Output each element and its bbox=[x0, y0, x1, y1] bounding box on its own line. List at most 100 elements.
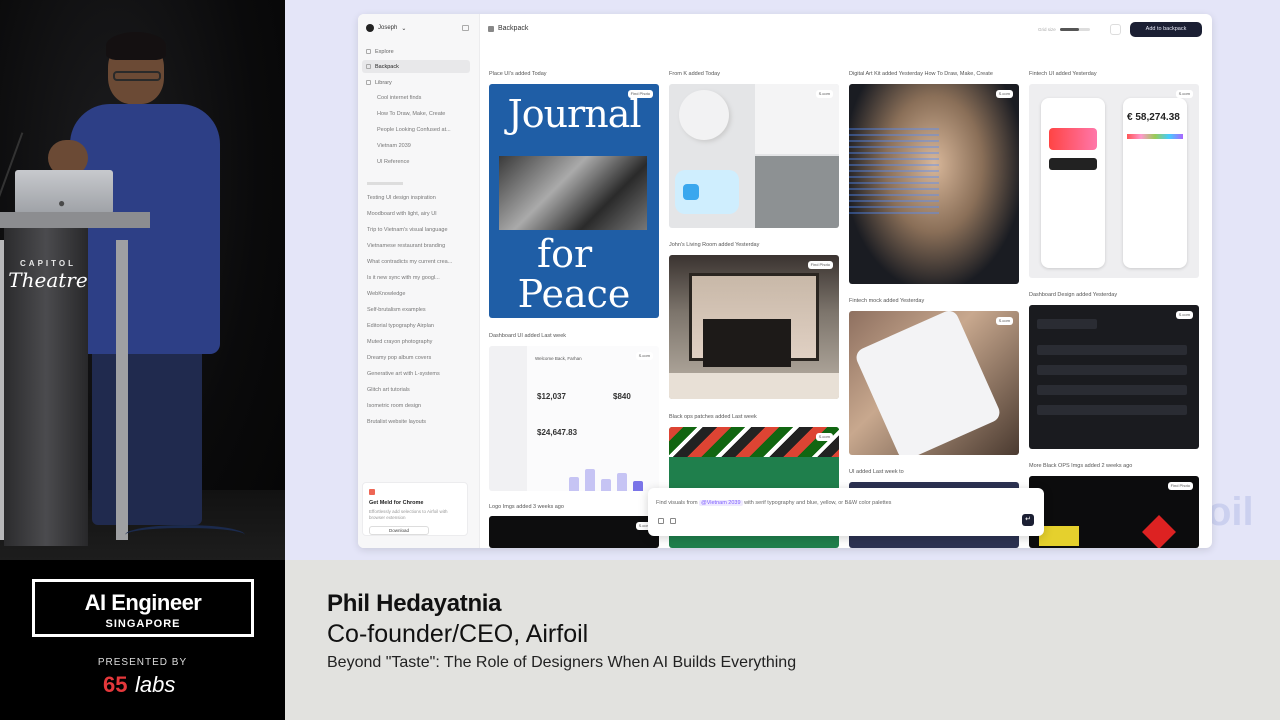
dashboard-bar bbox=[569, 477, 579, 491]
card-source-chip[interactable]: S.com bbox=[995, 317, 1013, 325]
card-source-chip[interactable]: S.com bbox=[635, 352, 653, 360]
chat-item[interactable]: Generative art with L-systems bbox=[367, 371, 440, 377]
app-window: Joseph ⌄ Explore Backpack Library Cool i… bbox=[358, 14, 1212, 548]
dashboard-bar bbox=[601, 479, 611, 491]
chat-item[interactable]: Testing UI design inspiration bbox=[367, 195, 436, 201]
dashboard-row bbox=[1037, 385, 1187, 395]
backpack-icon bbox=[488, 25, 494, 32]
chrome-icon bbox=[369, 489, 375, 495]
dashboard-welcome: Welcome Back, Farhan bbox=[535, 356, 582, 361]
library-item[interactable]: Cool internet finds bbox=[377, 95, 421, 101]
chat-item[interactable]: Vietnamese restaurant branding bbox=[367, 243, 445, 249]
patch-art bbox=[669, 427, 839, 457]
phone-row bbox=[1049, 158, 1097, 170]
dashboard-expense: $840 bbox=[613, 392, 631, 401]
user-name: Joseph bbox=[378, 25, 398, 31]
card-source-chip[interactable]: Find Photo bbox=[1167, 482, 1193, 490]
arrow-up-icon bbox=[683, 184, 699, 200]
backpack-icon bbox=[366, 64, 371, 69]
podium-sign-line1: CAPITOL bbox=[20, 259, 76, 268]
card-source-chip[interactable]: Find Photo bbox=[807, 261, 833, 269]
card-portrait[interactable]: S.com bbox=[849, 84, 1019, 284]
card-journal[interactable]: Journal for Peace Find Photo bbox=[489, 84, 659, 318]
chat-item[interactable]: Editorial typography Airplan bbox=[367, 323, 434, 329]
library-item[interactable]: How To Draw, Make, Create bbox=[377, 111, 445, 117]
card-living-room[interactable]: Find Photo bbox=[669, 255, 839, 399]
journal-title: Journal bbox=[507, 92, 641, 136]
prompt-box[interactable]: Find visuals from @Vietnam 2039 with ser… bbox=[648, 488, 1044, 536]
chat-item[interactable]: Muted crayon photography bbox=[367, 339, 432, 345]
slider-fill bbox=[1059, 28, 1080, 31]
send-button[interactable]: ↵ bbox=[1022, 514, 1034, 526]
card-source-chip[interactable]: S.com bbox=[1175, 311, 1193, 319]
card-more-black-ops[interactable]: Find Photo bbox=[1029, 476, 1199, 548]
chat-item[interactable]: Moodboard with light, airy UI bbox=[367, 211, 437, 217]
prompt-text-start: Find visuals from bbox=[656, 500, 700, 506]
chat-item[interactable]: Self-brutalism examples bbox=[367, 307, 426, 313]
card-fintech-ui[interactable]: € 58,274.38 S.com bbox=[1029, 84, 1199, 278]
card-label: John's Living Room added Yesterday bbox=[669, 242, 760, 248]
talk-title: Beyond "Taste": The Role of Designers Wh… bbox=[327, 654, 797, 671]
chat-item[interactable]: WebKnowledge bbox=[367, 291, 405, 297]
phone-screen bbox=[1041, 98, 1105, 268]
chat-item[interactable]: Trip to Vietnam's visual language bbox=[367, 227, 448, 233]
chats-section-title bbox=[367, 182, 403, 185]
card-label: More Black OPS Imgs added 2 weeks ago bbox=[1029, 463, 1133, 469]
library-item[interactable]: People Looking Confused at... bbox=[377, 127, 451, 133]
chat-item[interactable]: Brutalist website layouts bbox=[367, 419, 426, 425]
chat-item[interactable]: Is it new sync with my googl... bbox=[367, 275, 440, 281]
card-source-chip[interactable]: S.com bbox=[1175, 90, 1193, 98]
prompt-text-end: with serif typography and blue, yellow, … bbox=[742, 500, 892, 506]
dashboard-row bbox=[1037, 365, 1187, 375]
page-title-text: Backpack bbox=[498, 25, 529, 32]
card-source-chip[interactable]: S.com bbox=[815, 90, 833, 98]
card-source-chip[interactable]: S.com bbox=[995, 90, 1013, 98]
card-label: Digital Art Kit added Yesterday How To D… bbox=[849, 71, 993, 77]
dashboard-bar bbox=[585, 469, 595, 491]
user-switcher[interactable]: Joseph ⌄ bbox=[366, 24, 406, 32]
prompt-input[interactable]: Find visuals from @Vietnam 2039 with ser… bbox=[656, 500, 891, 506]
speaker-name: Phil Hedayatnia bbox=[327, 590, 502, 617]
chat-item[interactable]: Dreamy pop album covers bbox=[367, 355, 431, 361]
library-item[interactable]: UI Reference bbox=[377, 159, 409, 165]
card-dashboard-design[interactable]: S.com bbox=[1029, 305, 1199, 449]
sidebar-toggle-icon[interactable] bbox=[462, 25, 469, 31]
attach-icon[interactable] bbox=[658, 518, 664, 524]
glitch-stripes bbox=[849, 124, 939, 214]
sponsor-logo-number: 65 bbox=[103, 672, 128, 697]
promo-description: Effortlessly add selections to Airfoil w… bbox=[369, 509, 448, 520]
slider-track[interactable] bbox=[1059, 28, 1090, 31]
add-to-backpack-button[interactable]: Add to backpack bbox=[1130, 22, 1202, 37]
event-name: AI Engineer bbox=[84, 590, 202, 615]
dashboard-row bbox=[1037, 319, 1097, 329]
room-stand bbox=[669, 373, 839, 399]
presented-by: PRESENTED BY bbox=[97, 657, 188, 668]
dashboard-row bbox=[1037, 345, 1187, 355]
chat-item[interactable]: Glitch art tutorials bbox=[367, 387, 410, 393]
soft-tile-dark bbox=[755, 156, 839, 228]
speaker-glasses bbox=[113, 71, 161, 81]
chat-item[interactable]: What contradicts my current crea... bbox=[367, 259, 452, 265]
card-dashboard-ui[interactable]: Welcome Back, Farhan $12,037 $840 $24,64… bbox=[489, 346, 659, 491]
library-item[interactable]: Vietnam 2039 bbox=[377, 143, 411, 149]
chat-item[interactable]: Isometric room design bbox=[367, 403, 421, 409]
image-icon[interactable] bbox=[670, 518, 676, 524]
podium-top bbox=[0, 212, 150, 228]
prompt-mention[interactable]: @Vietnam 2039 bbox=[699, 500, 743, 506]
nav-library[interactable]: Library bbox=[362, 76, 470, 89]
card-source-chip[interactable]: S.com bbox=[815, 433, 833, 441]
download-button[interactable]: Download bbox=[369, 526, 429, 535]
card-3d-buttons[interactable]: S.com bbox=[669, 84, 839, 228]
nav-backpack[interactable]: Backpack bbox=[362, 60, 470, 73]
phone-card bbox=[1049, 128, 1097, 150]
dashboard-row bbox=[1037, 405, 1187, 415]
card-source-chip[interactable]: Find Photo bbox=[627, 90, 653, 98]
nav-explore[interactable]: Explore bbox=[362, 45, 470, 58]
card-logos[interactable]: S.com bbox=[489, 516, 659, 548]
grid-size-slider[interactable]: Grid size bbox=[1038, 27, 1090, 32]
room-tv bbox=[703, 319, 791, 367]
promo-title: Get Meld for Chrome bbox=[369, 500, 424, 506]
filter-icon[interactable] bbox=[1110, 24, 1121, 35]
card-fintech-mock[interactable]: S.com bbox=[849, 311, 1019, 455]
speaker-role: Co-founder/CEO, Airfoil bbox=[327, 620, 589, 648]
